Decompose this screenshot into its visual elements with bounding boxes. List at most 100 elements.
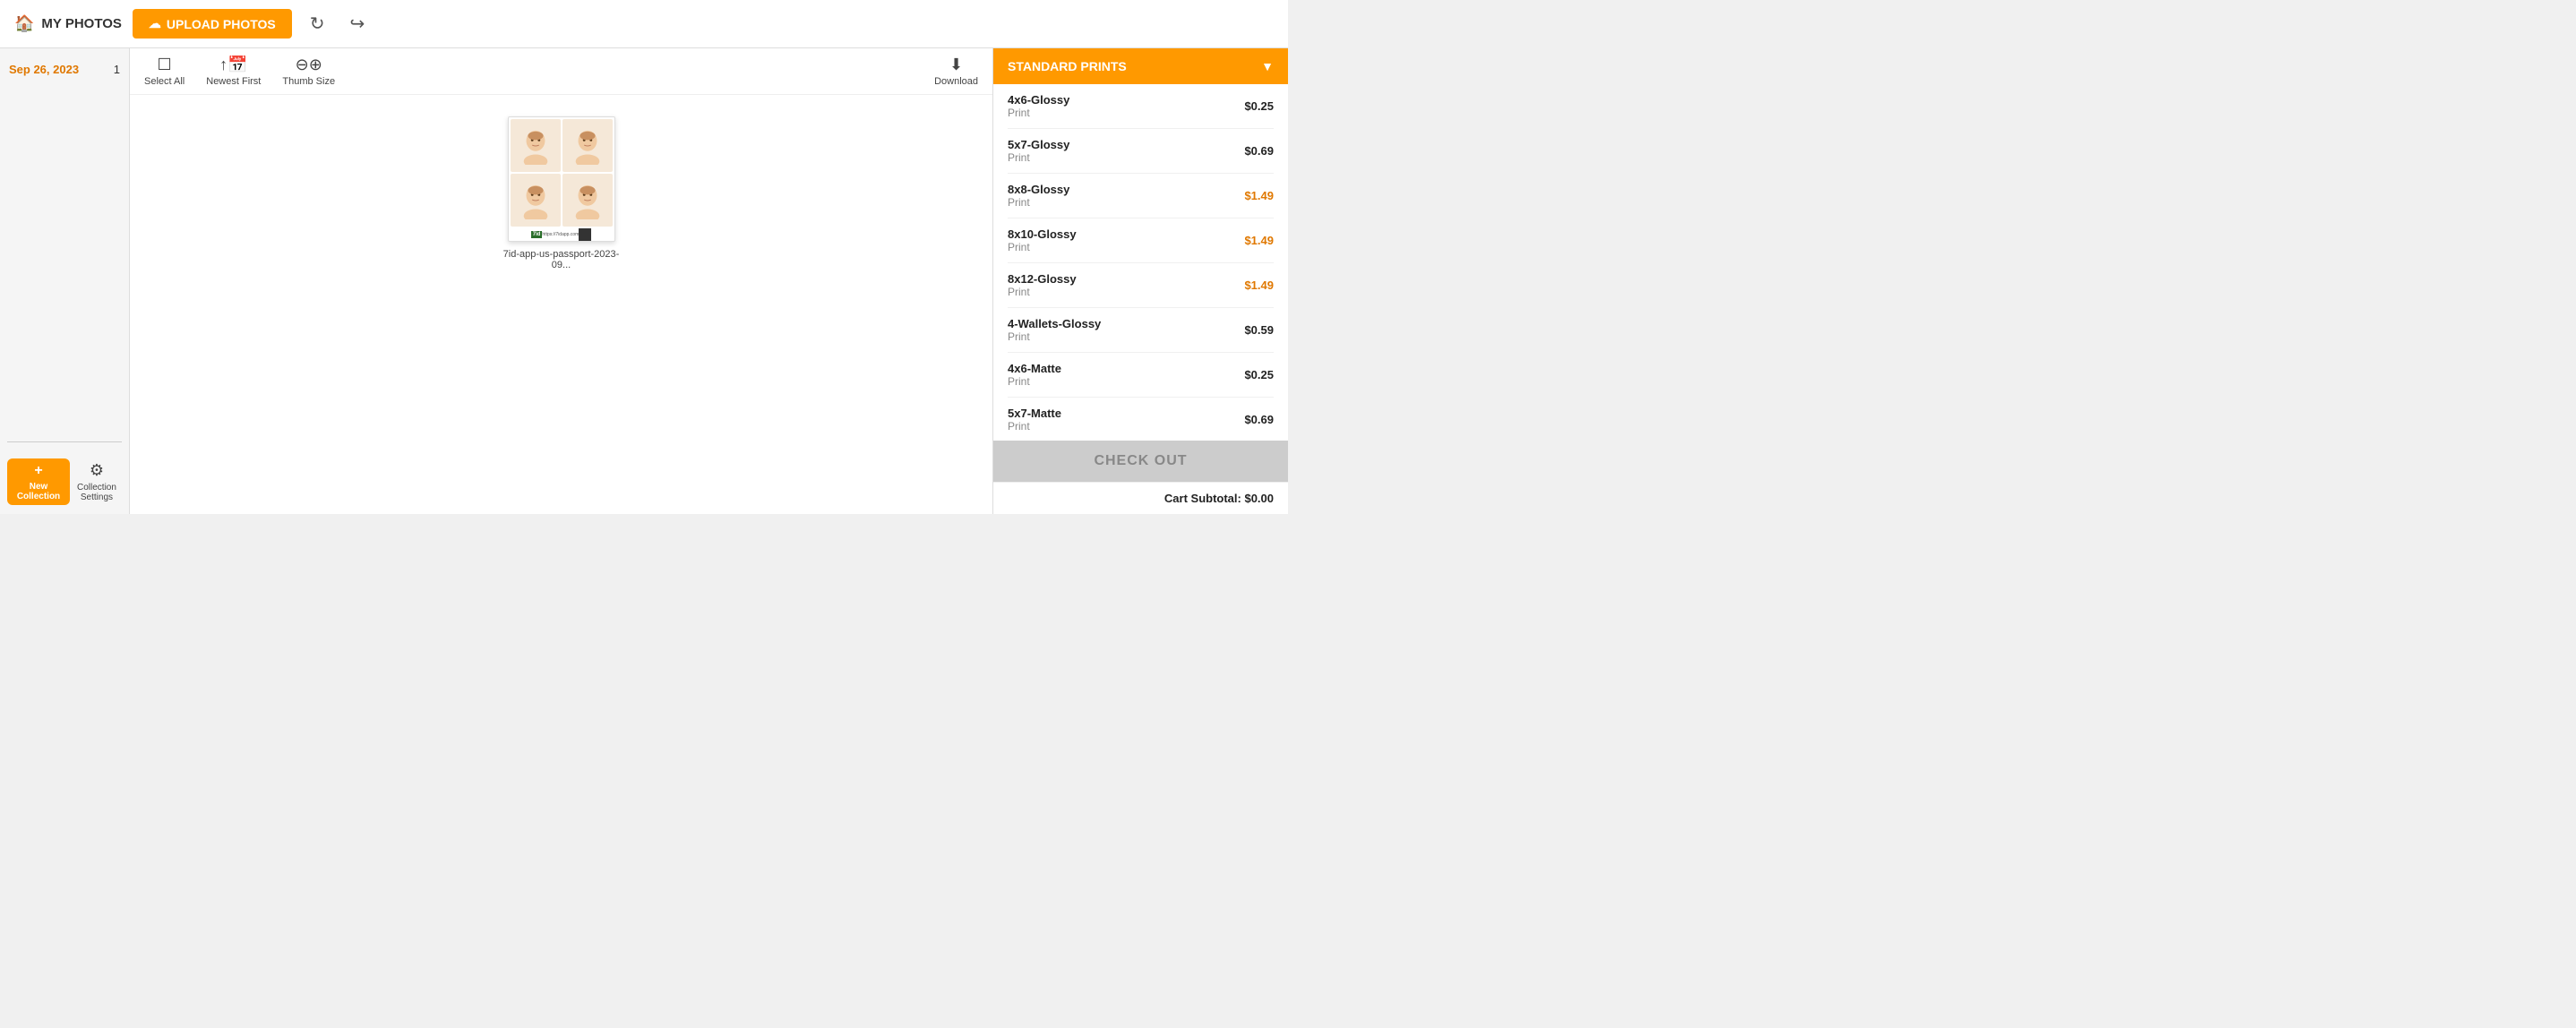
print-item-left: 4x6-Matte Print <box>1008 362 1061 388</box>
upload-photos-button[interactable]: ☁ UPLOAD PHOTOS <box>133 9 292 39</box>
print-item-left: 8x12-Glossy Print <box>1008 272 1077 298</box>
date-row: Sep 26, 2023 1 <box>7 59 122 80</box>
print-item-price: $0.69 <box>1244 413 1274 426</box>
download-label: Download <box>934 76 978 87</box>
print-list-item[interactable]: 4x6-Matte Print $0.25 <box>1008 353 1274 398</box>
print-list-item[interactable]: 8x8-Glossy Print $1.49 <box>1008 174 1274 218</box>
new-collection-label: NewCollection <box>17 482 60 501</box>
checkout-button[interactable]: CHECK OUT <box>993 441 1288 482</box>
print-type-label: STANDARD PRINTS <box>1008 59 1127 73</box>
print-item-name: 4x6-Glossy <box>1008 93 1069 107</box>
print-list: 4x6-Glossy Print $0.25 5x7-Glossy Print … <box>993 84 1288 441</box>
print-item-price: $1.49 <box>1244 278 1274 292</box>
my-photos-label: MY PHOTOS <box>41 16 121 31</box>
newest-first-label: Newest First <box>206 76 261 87</box>
checkout-label: CHECK OUT <box>1094 453 1187 468</box>
sidebar-actions: + NewCollection ⚙ CollectionSettings <box>7 450 122 514</box>
passport-url: https://7idapp.com <box>542 232 579 237</box>
print-item-name: 5x7-Matte <box>1008 407 1061 420</box>
print-item-name: 5x7-Glossy <box>1008 138 1069 151</box>
print-item-left: 5x7-Glossy Print <box>1008 138 1069 164</box>
print-item-left: 5x7-Matte Print <box>1008 407 1061 433</box>
refresh-button[interactable]: ↻ <box>303 9 332 39</box>
print-item-price: $0.25 <box>1244 368 1274 381</box>
passport-face-4 <box>562 174 613 227</box>
thumb-size-label: Thumb Size <box>282 76 335 87</box>
share-icon: ↪ <box>350 14 365 34</box>
thumb-size-icon: ⊖⊕ <box>296 56 322 74</box>
sidebar-bottom: + NewCollection ⚙ CollectionSettings <box>7 434 122 514</box>
print-list-item[interactable]: 5x7-Matte Print $0.69 <box>1008 398 1274 441</box>
print-item-sub: Print <box>1008 330 1101 343</box>
print-item-sub: Print <box>1008 375 1061 388</box>
print-list-item[interactable]: 4x6-Glossy Print $0.25 <box>1008 84 1274 129</box>
cloud-upload-icon: ☁ <box>149 16 161 31</box>
date-count: 1 <box>114 63 120 76</box>
cart-subtotal: Cart Subtotal: $0.00 <box>993 482 1288 514</box>
toolbar: ☐ Select All ↑📅 Newest First ⊖⊕ Thumb Si… <box>130 48 992 95</box>
sidebar-divider <box>7 441 122 442</box>
print-list-item[interactable]: 5x7-Glossy Print $0.69 <box>1008 129 1274 174</box>
print-item-name: 8x12-Glossy <box>1008 272 1077 286</box>
refresh-icon: ↻ <box>310 14 325 34</box>
home-icon: 🏠 <box>14 14 34 33</box>
print-item-left: 8x8-Glossy Print <box>1008 183 1069 209</box>
print-item-price: $1.49 <box>1244 234 1274 247</box>
print-item-price: $1.49 <box>1244 189 1274 202</box>
sort-icon: ↑📅 <box>219 56 247 74</box>
photo-area: ☐ Select All ↑📅 Newest First ⊖⊕ Thumb Si… <box>130 48 992 514</box>
collection-settings-button[interactable]: ⚙ CollectionSettings <box>77 461 116 502</box>
right-panel: STANDARD PRINTS ▼ 4x6-Glossy Print $0.25… <box>992 48 1288 514</box>
share-button[interactable]: ↪ <box>343 9 373 39</box>
qr-code <box>579 228 591 241</box>
download-icon: ⬇ <box>949 56 963 74</box>
chevron-down-icon: ▼ <box>1261 59 1274 73</box>
passport-grid <box>509 117 614 228</box>
photo-thumbnail: 7id https://7idapp.com <box>508 116 615 242</box>
newest-first-button[interactable]: ↑📅 Newest First <box>206 56 261 87</box>
checkbox-icon: ☐ <box>158 56 172 74</box>
print-item-name: 8x8-Glossy <box>1008 183 1069 196</box>
upload-label: UPLOAD PHOTOS <box>167 17 276 31</box>
print-list-item[interactable]: 4-Wallets-Glossy Print $0.59 <box>1008 308 1274 353</box>
collection-settings-label: CollectionSettings <box>77 483 116 502</box>
print-item-sub: Print <box>1008 420 1061 433</box>
toolbar-right: ⬇ Download <box>934 56 978 87</box>
print-item-left: 4-Wallets-Glossy Print <box>1008 317 1101 343</box>
download-button[interactable]: ⬇ Download <box>934 56 978 87</box>
photo-item[interactable]: 7id https://7idapp.com 7id-app-us-passpo… <box>503 116 620 270</box>
passport-face-2 <box>562 119 613 172</box>
gear-icon: ⚙ <box>90 461 104 480</box>
print-item-name: 8x10-Glossy <box>1008 227 1077 241</box>
print-item-price: $0.59 <box>1244 323 1274 337</box>
passport-footer: 7id https://7idapp.com <box>528 228 596 241</box>
plus-icon: + <box>34 463 42 479</box>
print-item-price: $0.69 <box>1244 144 1274 158</box>
print-item-left: 8x10-Glossy Print <box>1008 227 1077 253</box>
passport-logo: 7id <box>531 231 543 238</box>
sidebar: Sep 26, 2023 1 + NewCollection ⚙ Collect… <box>0 48 130 514</box>
select-all-button[interactable]: ☐ Select All <box>144 56 185 87</box>
main-content: Sep 26, 2023 1 + NewCollection ⚙ Collect… <box>0 48 1288 514</box>
select-all-label: Select All <box>144 76 185 87</box>
print-item-name: 4-Wallets-Glossy <box>1008 317 1101 330</box>
print-item-sub: Print <box>1008 107 1069 119</box>
date-label: Sep 26, 2023 <box>9 63 79 76</box>
passport-face-3 <box>511 174 561 227</box>
photo-grid: 7id https://7idapp.com 7id-app-us-passpo… <box>130 95 992 514</box>
print-item-sub: Print <box>1008 286 1077 298</box>
passport-face-1 <box>511 119 561 172</box>
print-item-name: 4x6-Matte <box>1008 362 1061 375</box>
print-item-left: 4x6-Glossy Print <box>1008 93 1069 119</box>
print-list-item[interactable]: 8x10-Glossy Print $1.49 <box>1008 218 1274 263</box>
print-item-price: $0.25 <box>1244 99 1274 113</box>
photo-filename: 7id-app-us-passport-2023-09... <box>503 249 620 270</box>
print-item-sub: Print <box>1008 196 1069 209</box>
thumb-size-button[interactable]: ⊖⊕ Thumb Size <box>282 56 335 87</box>
print-item-sub: Print <box>1008 241 1077 253</box>
my-photos-button[interactable]: 🏠 MY PHOTOS <box>14 14 122 33</box>
top-bar: 🏠 MY PHOTOS ☁ UPLOAD PHOTOS ↻ ↪ <box>0 0 1288 48</box>
print-list-item[interactable]: 8x12-Glossy Print $1.49 <box>1008 263 1274 308</box>
new-collection-button[interactable]: + NewCollection <box>7 458 70 505</box>
print-type-button[interactable]: STANDARD PRINTS ▼ <box>993 48 1288 84</box>
